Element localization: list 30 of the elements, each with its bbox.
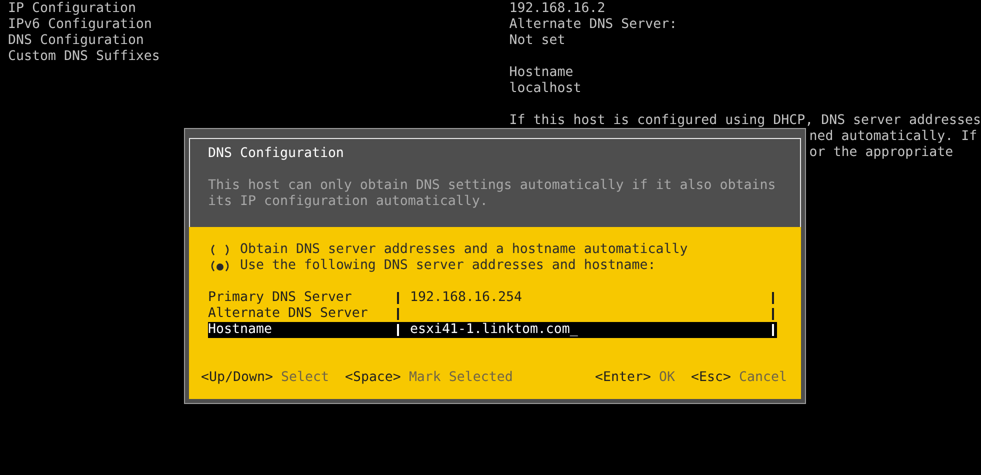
info-text: or the appropriate	[809, 145, 954, 161]
action-label: OK	[659, 370, 676, 386]
dialog-title: DNS Configuration	[208, 146, 344, 162]
key-hint: <Up/Down>	[201, 370, 273, 386]
dialog-description: This host can only obtain DNS settings automatically if it also obtains its IP configuration automatically.	[208, 178, 777, 210]
info-text: 192.168.16.2	[509, 1, 606, 17]
field-label: Alternate DNS Server	[208, 306, 369, 322]
key-hint: <Space>	[344, 370, 401, 386]
info-text: Not set	[509, 33, 566, 49]
input-field[interactable]: 192.168.16.254	[394, 290, 777, 306]
key-hint: <Enter>	[595, 370, 652, 386]
field-label: Primary DNS Server	[208, 290, 353, 306]
action-label: Select	[280, 370, 329, 386]
action-label: Cancel	[739, 370, 787, 386]
input-field[interactable]: esxi41-1.linktom.com_	[394, 322, 777, 338]
menu-item[interactable]: IP Configuration	[8, 1, 136, 17]
menu-item[interactable]: Custom DNS Suffixes	[8, 49, 160, 65]
input-field[interactable]	[394, 306, 777, 322]
info-text: Alternate DNS Server:	[509, 17, 678, 33]
field-label: Hostname	[208, 322, 394, 338]
info-text: ned automatically. If	[809, 129, 978, 145]
info-text: Hostname	[509, 65, 574, 81]
info-text: If this host is configured using DHCP, DNS server addresses	[509, 113, 981, 129]
key-hint: <Esc>	[691, 370, 732, 386]
menu-item[interactable]: DNS Configuration	[8, 33, 144, 49]
action-label: Mark Selected	[408, 370, 513, 386]
radio-option[interactable]: Use the following DNS server addresses and hostname:	[208, 258, 656, 274]
menu-item[interactable]: IPv6 Configuration	[8, 17, 152, 33]
radio-option[interactable]: Obtain DNS server addresses and a hostname automatically	[208, 242, 688, 258]
info-text: localhost	[509, 81, 582, 97]
